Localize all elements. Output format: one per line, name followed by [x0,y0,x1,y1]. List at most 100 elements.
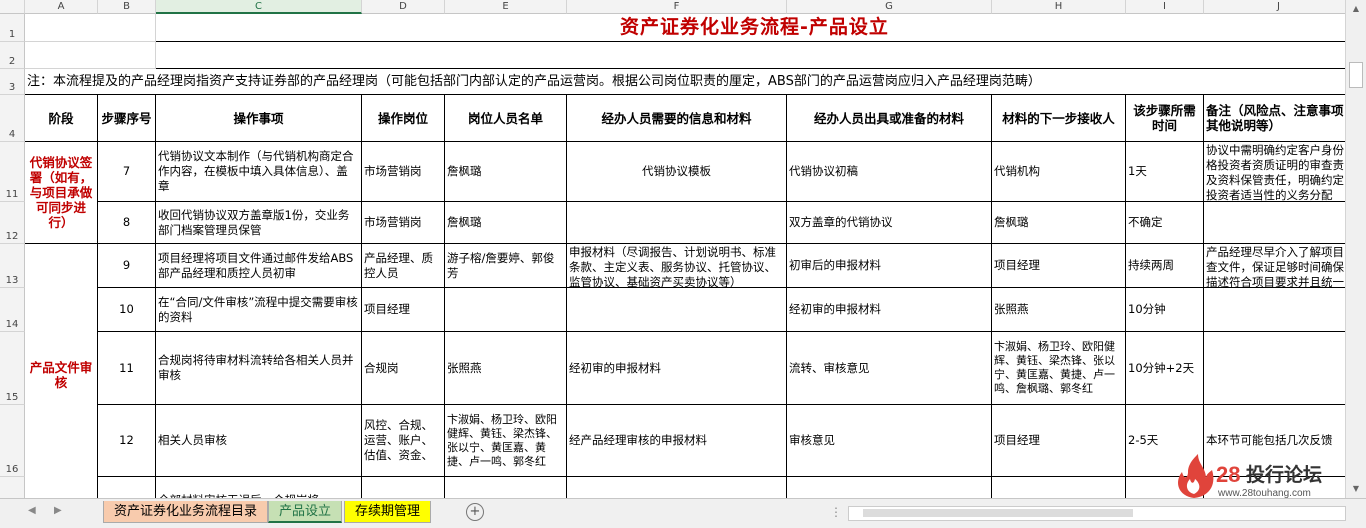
sheet-tab-duration-management[interactable]: 存续期管理 [344,501,432,523]
column-header-h[interactable]: H [992,0,1126,14]
staff-cell[interactable]: 詹枫璐 [445,202,567,244]
column-header-i[interactable]: I [1126,0,1204,14]
cell-a2[interactable] [25,42,156,69]
sheet-tab-product-setup[interactable]: 产品设立 [268,501,343,523]
column-header-j[interactable]: J [1204,0,1346,14]
time-cell[interactable]: 持续两周 [1126,244,1204,288]
next-receiver-cell[interactable]: 代销机构 [992,142,1126,202]
row-header-12[interactable]: 12 [0,202,25,244]
header-next-receiver[interactable]: 材料的下一步接收人 [992,95,1126,142]
time-cell[interactable]: 10分钟 [1126,288,1204,332]
header-time-needed[interactable]: 该步骤所需时间 [1126,95,1204,142]
time-cell[interactable]: 1天 [1126,142,1204,202]
header-stage[interactable]: 阶段 [25,95,98,142]
empty-cell[interactable] [567,477,787,498]
time-cell[interactable]: 不确定 [1126,202,1204,244]
output-cell[interactable]: 审核意见 [787,405,992,477]
header-info-needed[interactable]: 经办人员需要的信息和材料 [567,95,787,142]
staff-cell[interactable]: 游子榕/詹要婷、郭俊芳 [445,244,567,288]
staff-cell[interactable]: 詹枫璐 [445,142,567,202]
row-header-partial[interactable] [0,477,25,498]
header-position[interactable]: 操作岗位 [362,95,445,142]
step-cell[interactable]: 7 [98,142,156,202]
row-header-15[interactable]: 15 [0,332,25,405]
stage-product-review[interactable]: 产品文件审核 [25,244,98,498]
scroll-down-arrow-icon[interactable]: ▼ [1346,484,1366,493]
row-header-14[interactable]: 14 [0,288,25,332]
header-step[interactable]: 步骤序号 [98,95,156,142]
prev-sheet-icon[interactable]: ◀ [28,505,36,516]
action-cell-partial[interactable]: 全部材料审核无误后，合规岗将 [156,477,362,498]
remark-cell[interactable]: 协议中需明确约定客户身份格投资者资质证明的审查责及资料保管责任，明确约定投资者适… [1204,142,1346,202]
horizontal-scroll-thumb[interactable] [863,509,1133,517]
tab-split-handle-icon[interactable]: ⋮ [830,505,842,519]
spreadsheet-grid[interactable]: A B C D E F G H I J 1 2 3 4 11 12 13 14 … [0,0,1346,498]
next-receiver-cell[interactable]: 张照燕 [992,288,1126,332]
position-cell[interactable]: 项目经理 [362,288,445,332]
note-text[interactable]: 注：本流程提及的产品经理岗指资产支持证券部的产品经理岗（可能包括部门内部认定的产… [25,69,1346,95]
step-cell[interactable] [98,477,156,498]
stage-sales-agreement[interactable]: 代销协议签署（如有，与项目承做可同步进行） [25,142,98,244]
empty-cell[interactable] [787,477,992,498]
row-header-16[interactable]: 16 [0,405,25,477]
output-cell[interactable]: 双方盖章的代销协议 [787,202,992,244]
sheet-tab-catalog[interactable]: 资产证券化业务流程目录 [103,501,269,523]
position-cell[interactable]: 市场营销岗 [362,202,445,244]
empty-cell[interactable] [992,477,1126,498]
info-cell[interactable] [567,288,787,332]
time-cell[interactable]: 10分钟+2天 [1126,332,1204,405]
add-sheet-icon[interactable]: + [466,503,484,521]
step-cell[interactable]: 9 [98,244,156,288]
row-header-1[interactable]: 1 [0,14,25,42]
vertical-scroll-thumb[interactable] [1349,62,1363,88]
action-cell[interactable]: 相关人员审核 [156,405,362,477]
remark-cell[interactable] [1204,202,1346,244]
remark-cell[interactable] [1204,288,1346,332]
action-cell[interactable]: 收回代销协议双方盖章版1份，交业务部门档案管理员保管 [156,202,362,244]
next-receiver-cell[interactable]: 项目经理 [992,405,1126,477]
column-header-g[interactable]: G [787,0,992,14]
column-header-d[interactable]: D [362,0,445,14]
output-cell[interactable]: 初审后的申报材料 [787,244,992,288]
step-cell[interactable]: 10 [98,288,156,332]
header-action[interactable]: 操作事项 [156,95,362,142]
next-receiver-cell[interactable]: 卞淑娟、杨卫玲、欧阳健辉、黄钰、梁杰锋、张以宁、黄匡嘉、黄捷、卢一鸣、詹枫璐、郭… [992,332,1126,405]
column-header-e[interactable]: E [445,0,567,14]
empty-cell[interactable] [362,477,445,498]
position-cell[interactable]: 风控、合规、运营、账户、估值、资金、 [362,405,445,477]
empty-cell[interactable] [445,477,567,498]
staff-cell[interactable]: 张照燕 [445,332,567,405]
remark-cell[interactable] [1204,332,1346,405]
output-cell[interactable]: 代销协议初稿 [787,142,992,202]
next-sheet-icon[interactable]: ▶ [54,505,62,516]
step-cell[interactable]: 12 [98,405,156,477]
cell-a1[interactable] [25,14,156,42]
corner-select-all[interactable] [0,0,25,14]
info-cell[interactable]: 经初审的申报材料 [567,332,787,405]
column-header-f[interactable]: F [567,0,787,14]
row-header-11[interactable]: 11 [0,142,25,202]
scroll-up-arrow-icon[interactable]: ▲ [1346,4,1366,13]
header-output[interactable]: 经办人员出具或准备的材料 [787,95,992,142]
staff-cell[interactable]: 卞淑娟、杨卫玲、欧阳健辉、黄钰、梁杰锋、张以宁、黄匡嘉、黄捷、卢一鸣、郭冬红 [445,405,567,477]
action-cell[interactable]: 合规岗将待审材料流转给各相关人员并审核 [156,332,362,405]
position-cell[interactable]: 合规岗 [362,332,445,405]
column-header-c[interactable]: C [156,0,362,14]
staff-cell[interactable] [445,288,567,332]
action-cell[interactable]: 在“合同/文件审核”流程中提交需要审核的资料 [156,288,362,332]
output-cell[interactable]: 流转、审核意见 [787,332,992,405]
header-staff[interactable]: 岗位人员名单 [445,95,567,142]
column-header-b[interactable]: B [98,0,156,14]
position-cell[interactable]: 市场营销岗 [362,142,445,202]
row-header-13[interactable]: 13 [0,244,25,288]
column-header-a[interactable]: A [25,0,98,14]
info-cell[interactable] [567,202,787,244]
step-cell[interactable]: 11 [98,332,156,405]
row-header-4[interactable]: 4 [0,95,25,142]
vertical-scrollbar[interactable]: ▲ ▼ [1345,0,1366,498]
remark-cell[interactable]: 产品经理尽早介入了解项目查文件，保证足够时间确保描述符合项目要求并且统一 [1204,244,1346,288]
info-cell[interactable]: 代销协议模板 [567,142,787,202]
next-receiver-cell[interactable]: 詹枫璐 [992,202,1126,244]
next-receiver-cell[interactable]: 项目经理 [992,244,1126,288]
cell-c2[interactable] [156,42,1346,69]
